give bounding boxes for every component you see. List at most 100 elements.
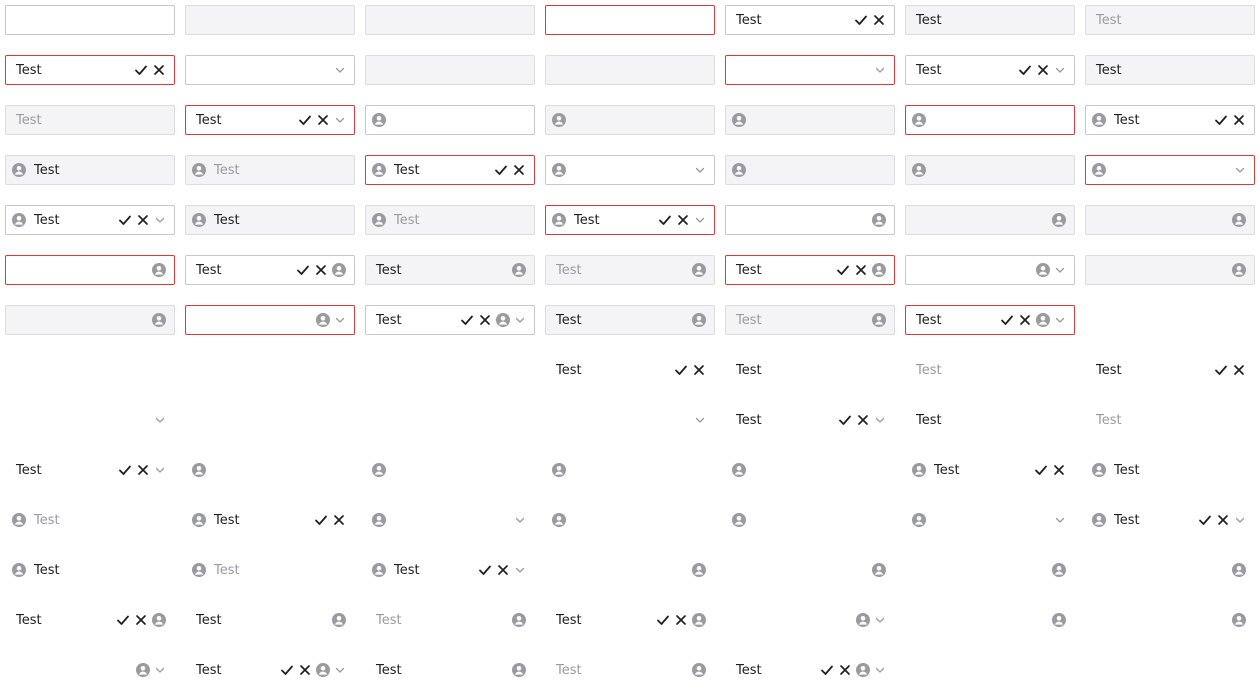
close-icon[interactable]: [134, 211, 152, 229]
check-icon[interactable]: [1032, 461, 1050, 479]
close-icon[interactable]: [494, 561, 512, 579]
text-field-error[interactable]: [905, 105, 1075, 135]
text-field-plain[interactable]: Test: [905, 355, 1075, 385]
close-icon[interactable]: [1050, 461, 1068, 479]
close-icon[interactable]: [314, 111, 332, 129]
text-field-plain[interactable]: [185, 405, 355, 435]
text-field-disabled[interactable]: [545, 55, 715, 85]
close-icon[interactable]: [312, 261, 330, 279]
text-field-disabled[interactable]: Test: [545, 255, 715, 285]
text-field-error[interactable]: [185, 305, 355, 335]
text-field-disabled[interactable]: Test: [185, 205, 355, 235]
text-field-disabled[interactable]: Test: [1085, 5, 1255, 35]
text-field-plain[interactable]: Test: [1085, 455, 1255, 485]
text-field-plain[interactable]: [725, 605, 895, 635]
text-field-error[interactable]: [725, 55, 895, 85]
text-field-plain[interactable]: Test: [545, 605, 715, 635]
text-field-default[interactable]: [725, 205, 895, 235]
chevron-down-icon[interactable]: [1052, 312, 1068, 328]
chevron-down-icon[interactable]: [512, 312, 528, 328]
text-field-disabled[interactable]: [1085, 205, 1255, 235]
chevron-down-icon[interactable]: [872, 62, 888, 78]
check-icon[interactable]: [1196, 511, 1214, 529]
text-field-plain[interactable]: Test: [725, 655, 895, 685]
text-field-error[interactable]: Test: [5, 55, 175, 85]
text-field-plain[interactable]: [365, 455, 535, 485]
text-field-disabled[interactable]: [725, 105, 895, 135]
close-icon[interactable]: [1230, 361, 1248, 379]
text-field-plain[interactable]: [365, 405, 535, 435]
text-field-default[interactable]: [5, 5, 175, 35]
check-icon[interactable]: [1212, 361, 1230, 379]
text-field-plain[interactable]: Test: [905, 405, 1075, 435]
text-field-default[interactable]: Test: [1085, 105, 1255, 135]
text-field-default[interactable]: [905, 255, 1075, 285]
text-field-plain[interactable]: [185, 355, 355, 385]
text-field-plain[interactable]: Test: [1085, 355, 1255, 385]
check-icon[interactable]: [818, 661, 836, 679]
text-field-default[interactable]: [185, 55, 355, 85]
text-field-plain[interactable]: Test: [725, 405, 895, 435]
text-field-disabled[interactable]: Test: [1085, 55, 1255, 85]
chevron-down-icon[interactable]: [512, 562, 528, 578]
text-field-plain[interactable]: [545, 455, 715, 485]
text-field-disabled[interactable]: Test: [725, 305, 895, 335]
close-icon[interactable]: [852, 261, 870, 279]
text-field-plain[interactable]: Test: [365, 605, 535, 635]
chevron-down-icon[interactable]: [872, 412, 888, 428]
chevron-down-icon[interactable]: [872, 662, 888, 678]
check-icon[interactable]: [476, 561, 494, 579]
text-field-plain[interactable]: [545, 505, 715, 535]
check-icon[interactable]: [296, 111, 314, 129]
text-field-default[interactable]: Test: [905, 55, 1075, 85]
text-field-plain[interactable]: Test: [725, 355, 895, 385]
text-field-plain[interactable]: [365, 355, 535, 385]
text-field-plain[interactable]: [5, 405, 175, 435]
text-field-plain[interactable]: [725, 555, 895, 585]
text-field-default[interactable]: [365, 105, 535, 135]
close-icon[interactable]: [674, 211, 692, 229]
close-icon[interactable]: [476, 311, 494, 329]
chevron-down-icon[interactable]: [332, 112, 348, 128]
check-icon[interactable]: [852, 11, 870, 29]
text-field-disabled[interactable]: [905, 205, 1075, 235]
check-icon[interactable]: [116, 211, 134, 229]
chevron-down-icon[interactable]: [1232, 512, 1248, 528]
text-field-error[interactable]: Test: [725, 255, 895, 285]
text-field-plain[interactable]: [1085, 605, 1255, 635]
text-field-disabled[interactable]: [1085, 255, 1255, 285]
close-icon[interactable]: [1214, 511, 1232, 529]
check-icon[interactable]: [116, 461, 134, 479]
chevron-down-icon[interactable]: [1052, 262, 1068, 278]
text-field-plain[interactable]: [1085, 555, 1255, 585]
text-field-disabled[interactable]: Test: [185, 155, 355, 185]
check-icon[interactable]: [1212, 111, 1230, 129]
text-field-plain[interactable]: Test: [1085, 405, 1255, 435]
text-field-plain[interactable]: [5, 655, 175, 685]
check-icon[interactable]: [672, 361, 690, 379]
chevron-down-icon[interactable]: [512, 512, 528, 528]
chevron-down-icon[interactable]: [332, 312, 348, 328]
text-field-disabled[interactable]: [365, 5, 535, 35]
close-icon[interactable]: [836, 661, 854, 679]
text-field-disabled[interactable]: Test: [905, 5, 1075, 35]
text-field-plain[interactable]: Test: [5, 555, 175, 585]
close-icon[interactable]: [1016, 311, 1034, 329]
text-field-plain[interactable]: [545, 405, 715, 435]
check-icon[interactable]: [656, 211, 674, 229]
text-field-plain[interactable]: Test: [365, 555, 535, 585]
text-field-error[interactable]: Test: [365, 155, 535, 185]
text-field-plain[interactable]: Test: [905, 455, 1075, 485]
chevron-down-icon[interactable]: [152, 662, 168, 678]
chevron-down-icon[interactable]: [152, 212, 168, 228]
text-field-error[interactable]: [5, 255, 175, 285]
close-icon[interactable]: [132, 611, 150, 629]
text-field-plain[interactable]: Test: [5, 505, 175, 535]
text-field-plain[interactable]: [185, 455, 355, 485]
check-icon[interactable]: [114, 611, 132, 629]
text-field-disabled[interactable]: Test: [5, 105, 175, 135]
text-field-plain[interactable]: Test: [5, 455, 175, 485]
close-icon[interactable]: [296, 661, 314, 679]
text-field-plain[interactable]: [905, 505, 1075, 535]
text-field-plain[interactable]: [5, 355, 175, 385]
